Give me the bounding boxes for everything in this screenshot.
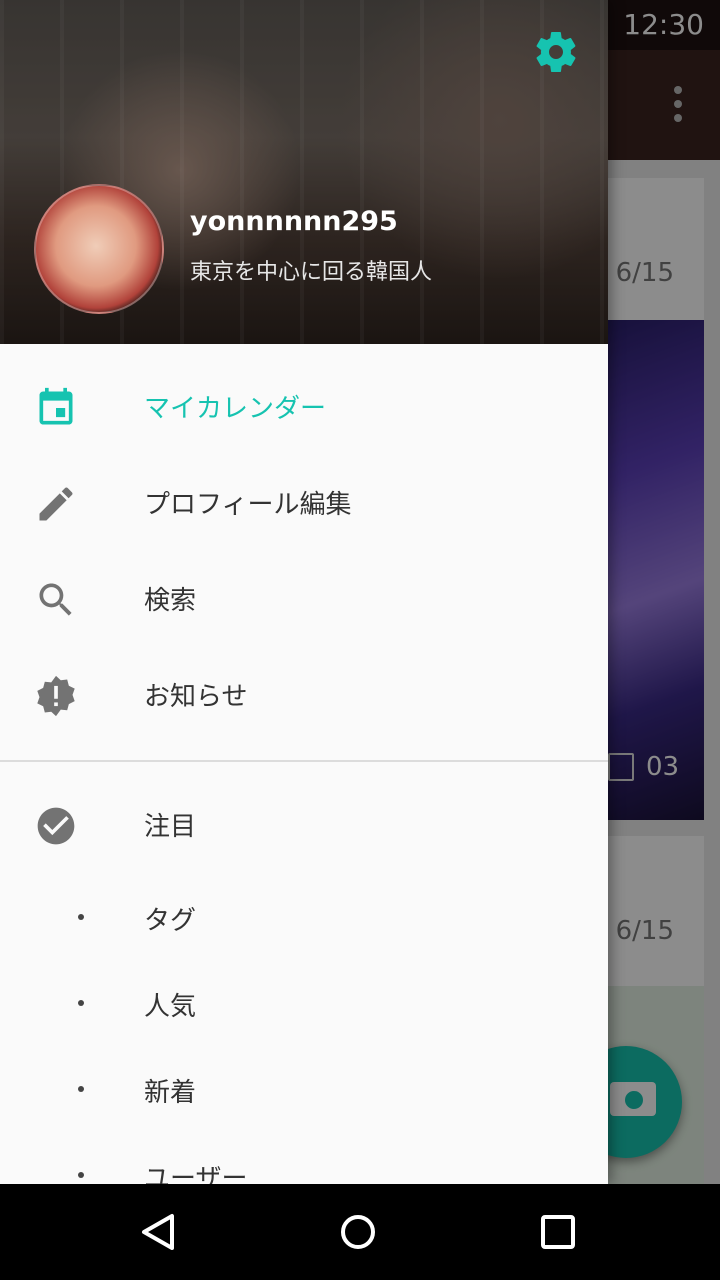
submenu-item-label: 新着 <box>144 1078 197 1108</box>
home-icon[interactable] <box>334 1208 382 1256</box>
search-icon <box>39 583 72 616</box>
username: yonnnnnn295 <box>190 206 398 237</box>
drawer-header: yonnnnnn295 東京を中心に回る韓国人 <box>0 0 608 344</box>
submenu-item-users[interactable]: ユーザー <box>0 1132 608 1184</box>
bullet-icon <box>78 914 84 920</box>
submenu-item-tags[interactable]: タグ <box>0 874 608 960</box>
submenu-item-popular[interactable]: 人気 <box>0 960 608 1046</box>
menu-item-label: 検索 <box>144 586 197 616</box>
settings-gear-icon[interactable] <box>532 28 580 76</box>
submenu-item-label: 人気 <box>144 992 197 1022</box>
submenu-item-label: ユーザー <box>144 1164 248 1184</box>
menu-item-featured[interactable]: 注目 <box>0 778 608 874</box>
user-bio: 東京を中心に回る韓国人 <box>190 260 433 285</box>
menu-item-label: お知らせ <box>144 682 248 712</box>
system-navigation-bar <box>0 1184 720 1280</box>
bullet-icon <box>78 1172 84 1178</box>
menu-item-my-calendar[interactable]: マイカレンダー <box>0 360 608 456</box>
avatar[interactable] <box>34 184 164 314</box>
submenu-item-label: タグ <box>144 906 197 936</box>
alert-badge-icon <box>37 675 75 717</box>
menu-divider <box>0 760 608 762</box>
back-icon[interactable] <box>134 1208 182 1256</box>
bullet-icon <box>78 1000 84 1006</box>
bullet-icon <box>78 1086 84 1092</box>
menu-item-notifications[interactable]: お知らせ <box>0 648 608 744</box>
menu-item-label: 注目 <box>144 812 197 842</box>
menu-item-label: プロフィール編集 <box>144 490 352 520</box>
navigation-drawer: yonnnnnn295 東京を中心に回る韓国人 マイカレンダー プロフィール編集… <box>0 0 608 1184</box>
check-circle-icon <box>37 807 75 845</box>
menu-item-edit-profile[interactable]: プロフィール編集 <box>0 456 608 552</box>
calendar-icon <box>39 387 73 425</box>
submenu-item-new[interactable]: 新着 <box>0 1046 608 1132</box>
menu-item-search[interactable]: 検索 <box>0 552 608 648</box>
pencil-icon <box>39 487 73 521</box>
recents-icon[interactable] <box>534 1208 582 1256</box>
menu-item-label: マイカレンダー <box>144 394 327 424</box>
